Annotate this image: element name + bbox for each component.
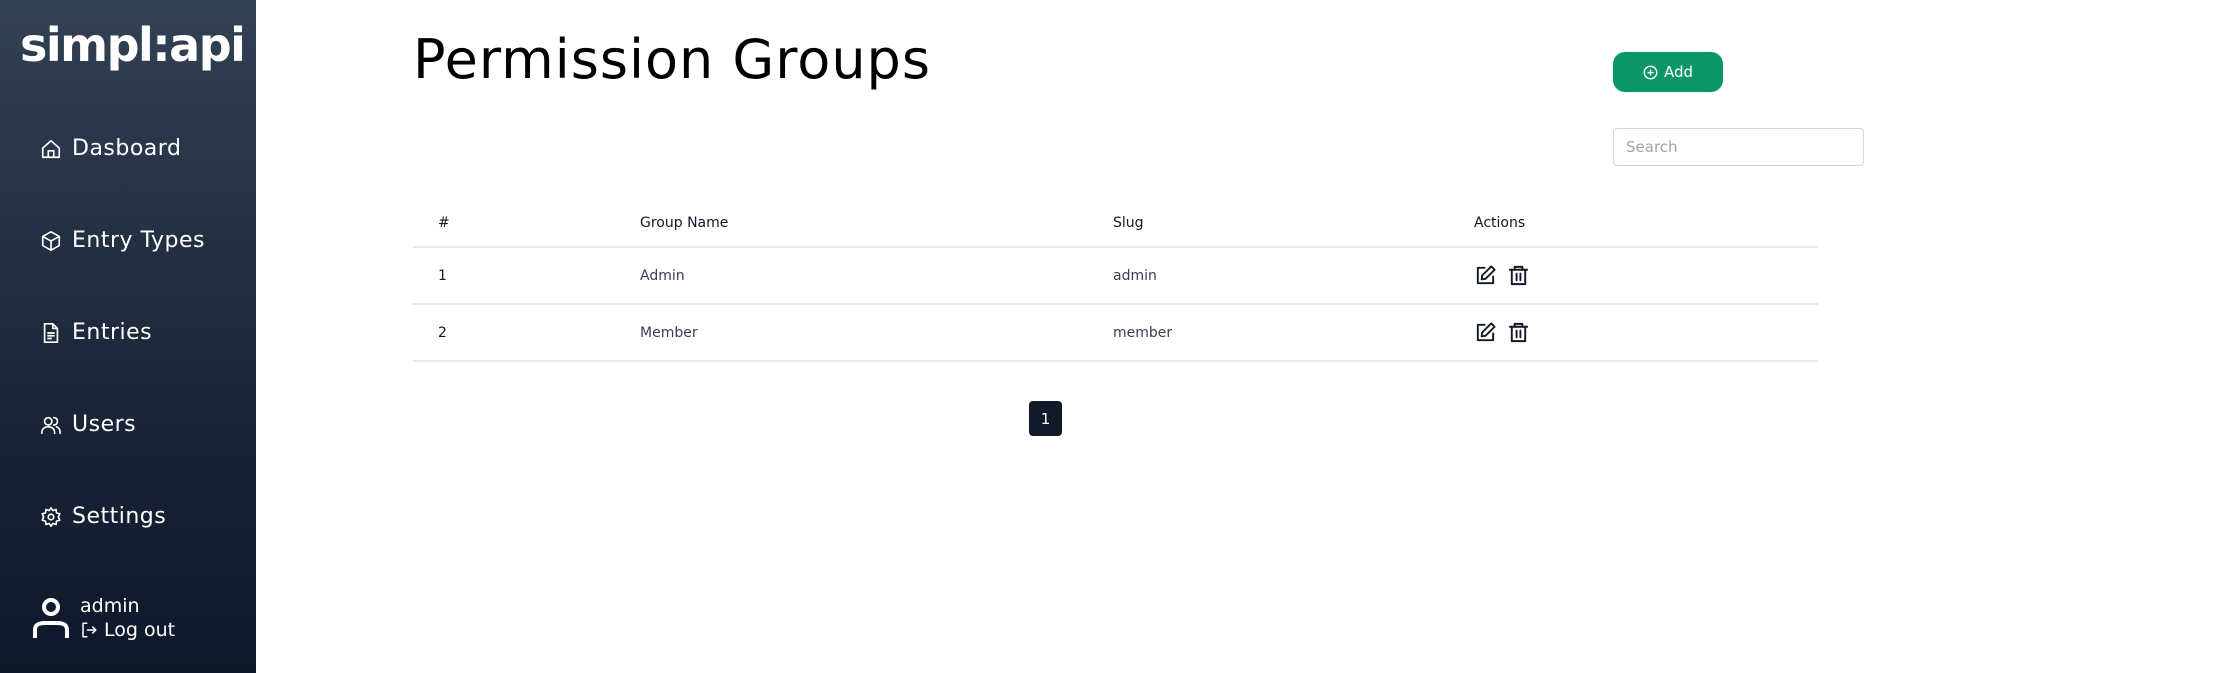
column-header-number[interactable]: # xyxy=(413,196,640,248)
gear-icon xyxy=(41,506,61,527)
edit-icon[interactable] xyxy=(1474,321,1497,344)
sidebar-item-label: Dasboard xyxy=(72,136,182,161)
sidebar-item-label: Entries xyxy=(72,320,153,345)
logout-button[interactable]: Log out xyxy=(80,619,175,641)
row-slug: member xyxy=(1113,304,1474,362)
table-header-row: # Group Name Slug Actions xyxy=(413,196,1818,248)
add-button[interactable]: Add xyxy=(1613,52,1723,92)
edit-icon[interactable] xyxy=(1474,264,1497,287)
column-header-actions: Actions xyxy=(1474,196,1818,248)
users-icon xyxy=(41,416,61,434)
logout-label: Log out xyxy=(104,619,176,641)
column-header-group-name[interactable]: Group Name xyxy=(640,196,1113,248)
pagination-page-1[interactable]: 1 xyxy=(1029,401,1062,436)
sidebar-item-label: Settings xyxy=(72,504,167,529)
sidebar: simpl:api Dasboard Entry Types Entries U… xyxy=(0,0,256,673)
row-slug: admin xyxy=(1113,247,1474,305)
row-group-name: Admin xyxy=(640,247,1113,305)
home-icon xyxy=(41,139,61,158)
sidebar-item-users[interactable]: Users xyxy=(40,412,136,437)
plus-circle-icon xyxy=(1643,65,1658,79)
sidebar-item-dashboard[interactable]: Dasboard xyxy=(40,136,181,161)
app-logo[interactable]: simpl:api xyxy=(20,18,246,72)
user-avatar-icon xyxy=(32,596,70,642)
document-icon xyxy=(43,322,59,343)
sidebar-item-entry-types[interactable]: Entry Types xyxy=(40,228,205,253)
user-name: admin xyxy=(80,595,140,617)
cube-icon xyxy=(41,230,61,251)
sidebar-item-label: Entry Types xyxy=(72,228,206,253)
logout-icon xyxy=(82,622,97,638)
sidebar-item-entries[interactable]: Entries xyxy=(40,320,152,345)
search-input[interactable] xyxy=(1613,128,1864,166)
table-row: 1 Admin admin xyxy=(413,247,1818,305)
sidebar-item-settings[interactable]: Settings xyxy=(40,504,166,529)
row-id: 2 xyxy=(413,304,640,362)
user-block: admin Log out xyxy=(32,595,175,642)
row-group-name: Member xyxy=(640,304,1113,362)
delete-icon[interactable] xyxy=(1507,321,1530,344)
delete-icon[interactable] xyxy=(1507,264,1530,287)
sidebar-item-label: Users xyxy=(72,412,137,437)
table-row: 2 Member member xyxy=(413,304,1818,362)
add-button-label: Add xyxy=(1663,63,1694,81)
page-title: Permission Groups xyxy=(413,28,931,91)
row-actions xyxy=(1474,247,1818,305)
row-id: 1 xyxy=(413,247,640,305)
column-header-slug[interactable]: Slug xyxy=(1113,196,1474,248)
permission-groups-table: # Group Name Slug Actions 1 Admin admin … xyxy=(413,196,1818,362)
row-actions xyxy=(1474,304,1818,362)
